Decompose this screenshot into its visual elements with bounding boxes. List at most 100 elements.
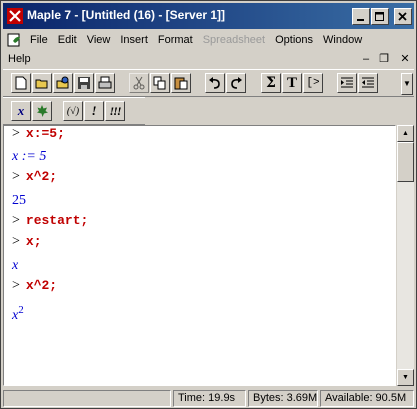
output-math-exponent: 2: [18, 304, 24, 316]
output-line: x := 5: [12, 149, 46, 165]
prompt-marker: >: [12, 169, 20, 184]
status-time: Time: 19.9s: [173, 390, 246, 407]
menu-spreadsheet: Spreadsheet: [202, 34, 266, 46]
execute-all-icon: !!!: [109, 103, 121, 118]
input-line[interactable]: > x:=5;: [12, 126, 65, 142]
input-command[interactable]: x^2;: [26, 169, 57, 184]
menu-file[interactable]: File: [25, 31, 53, 49]
open-icon: [35, 79, 48, 89]
mdi-minimize-button[interactable]: –: [359, 53, 373, 66]
math-mode-icon: x: [17, 103, 25, 118]
bracket-icon: (√): [66, 105, 80, 117]
scroll-down-button[interactable]: ▼: [397, 369, 414, 386]
outdent-button[interactable]: [358, 73, 378, 93]
input-command[interactable]: x;: [26, 234, 42, 249]
input-line[interactable]: > x^2;: [12, 278, 57, 294]
bracket-button[interactable]: (√): [63, 101, 83, 121]
indent-tools: [337, 73, 379, 95]
save-icon: [78, 77, 90, 89]
execute-button[interactable]: !: [84, 101, 104, 121]
outdent-icon: [362, 77, 374, 88]
copy-icon: [153, 76, 166, 90]
math-mode-button[interactable]: x: [11, 101, 31, 121]
scroll-thumb[interactable]: [397, 142, 414, 182]
menu-edit[interactable]: Edit: [53, 31, 82, 49]
input-command[interactable]: x^2;: [26, 278, 57, 293]
sum-button[interactable]: Σ: [261, 73, 281, 93]
output-math: 25: [12, 193, 26, 208]
close-button[interactable]: [394, 8, 412, 25]
open-url-icon: [56, 76, 69, 89]
document-icon[interactable]: [7, 32, 23, 48]
mode-tools: x: [11, 101, 53, 123]
undo-icon: [209, 77, 220, 89]
maple-leaf-icon[interactable]: [7, 8, 23, 24]
mdi-close-button[interactable]: ✕: [398, 53, 412, 66]
menu-window[interactable]: Window: [318, 31, 367, 49]
menu-row-1: File Edit View Insert Format Spreadsheet…: [3, 31, 367, 49]
output-math: x: [12, 258, 19, 273]
prompt-icon: [>: [306, 77, 320, 89]
copy-button[interactable]: [150, 73, 170, 93]
menu-view[interactable]: View: [82, 31, 116, 49]
execute-all-button[interactable]: !!!: [105, 101, 125, 121]
open-button[interactable]: [32, 73, 52, 93]
output-math: x := 5: [12, 149, 47, 164]
input-line[interactable]: > restart;: [12, 213, 88, 229]
context-toolbar: x (√) ! !!!: [3, 97, 145, 125]
maple-window: Maple 7 - [Untitled (16) - [Server 1]] F…: [0, 0, 417, 409]
vertical-scrollbar[interactable]: ▲ ▼: [397, 125, 414, 386]
output-line: 25: [12, 193, 26, 209]
toolbar-chevron-down-icon[interactable]: ▼: [401, 73, 413, 95]
open-url-button[interactable]: [53, 73, 73, 93]
output-line: x2: [12, 304, 24, 324]
status-bytes: Bytes: 3.69M: [248, 390, 318, 407]
indent-icon: [341, 77, 353, 88]
window-title: Maple 7 - [Untitled (16) - [Server 1]]: [27, 8, 226, 22]
print-icon: [98, 76, 112, 89]
maple-leaf-icon: [37, 105, 48, 117]
input-line[interactable]: > x;: [12, 234, 42, 250]
undo-tools: [205, 73, 247, 95]
text-icon: T: [286, 74, 297, 91]
save-button[interactable]: [74, 73, 94, 93]
undo-button[interactable]: [205, 73, 225, 93]
menu-help[interactable]: Help: [3, 50, 36, 68]
execute-icon: !: [91, 103, 97, 118]
mdi-restore-button[interactable]: ❐: [377, 53, 391, 66]
menu-bar: File Edit View Insert Format Spreadsheet…: [3, 31, 414, 69]
prompt-marker: >: [12, 234, 20, 249]
indent-button[interactable]: [337, 73, 357, 93]
paste-icon: [174, 77, 188, 90]
status-message: [3, 390, 171, 407]
maximize-button[interactable]: [371, 8, 389, 25]
close-icon: [398, 11, 407, 21]
output-line: x: [12, 258, 18, 274]
menu-options[interactable]: Options: [270, 31, 318, 49]
input-command[interactable]: restart;: [26, 213, 88, 228]
new-icon: [15, 76, 27, 90]
scroll-up-button[interactable]: ▲: [397, 125, 414, 142]
redo-button[interactable]: [226, 73, 246, 93]
input-command[interactable]: x:=5;: [26, 126, 65, 141]
maximize-icon: [375, 11, 384, 21]
menu-insert[interactable]: Insert: [115, 31, 153, 49]
minimize-button[interactable]: [352, 8, 370, 25]
input-line[interactable]: > x^2;: [12, 169, 57, 185]
paste-button[interactable]: [171, 73, 191, 93]
worksheet[interactable]: > x:=5; x := 5 > x^2; 25 > restart; > x; x >…: [3, 125, 396, 386]
cut-button: [129, 73, 149, 93]
status-bar: Time: 19.9s Bytes: 3.69M Available: 90.5…: [3, 388, 414, 408]
file-tools: [11, 73, 116, 95]
prompt-marker: >: [12, 278, 20, 293]
title-bar[interactable]: Maple 7 - [Untitled (16) - [Server 1]]: [3, 3, 414, 29]
menu-format[interactable]: Format: [153, 31, 198, 49]
text-button[interactable]: T: [282, 73, 302, 93]
new-button[interactable]: [11, 73, 31, 93]
redo-icon: [231, 77, 242, 89]
print-button[interactable]: [95, 73, 115, 93]
menu-row-2: Help: [3, 50, 36, 68]
maple-input-button[interactable]: [32, 101, 52, 121]
prompt-button[interactable]: [>: [303, 73, 323, 93]
prompt-marker: >: [12, 126, 20, 141]
